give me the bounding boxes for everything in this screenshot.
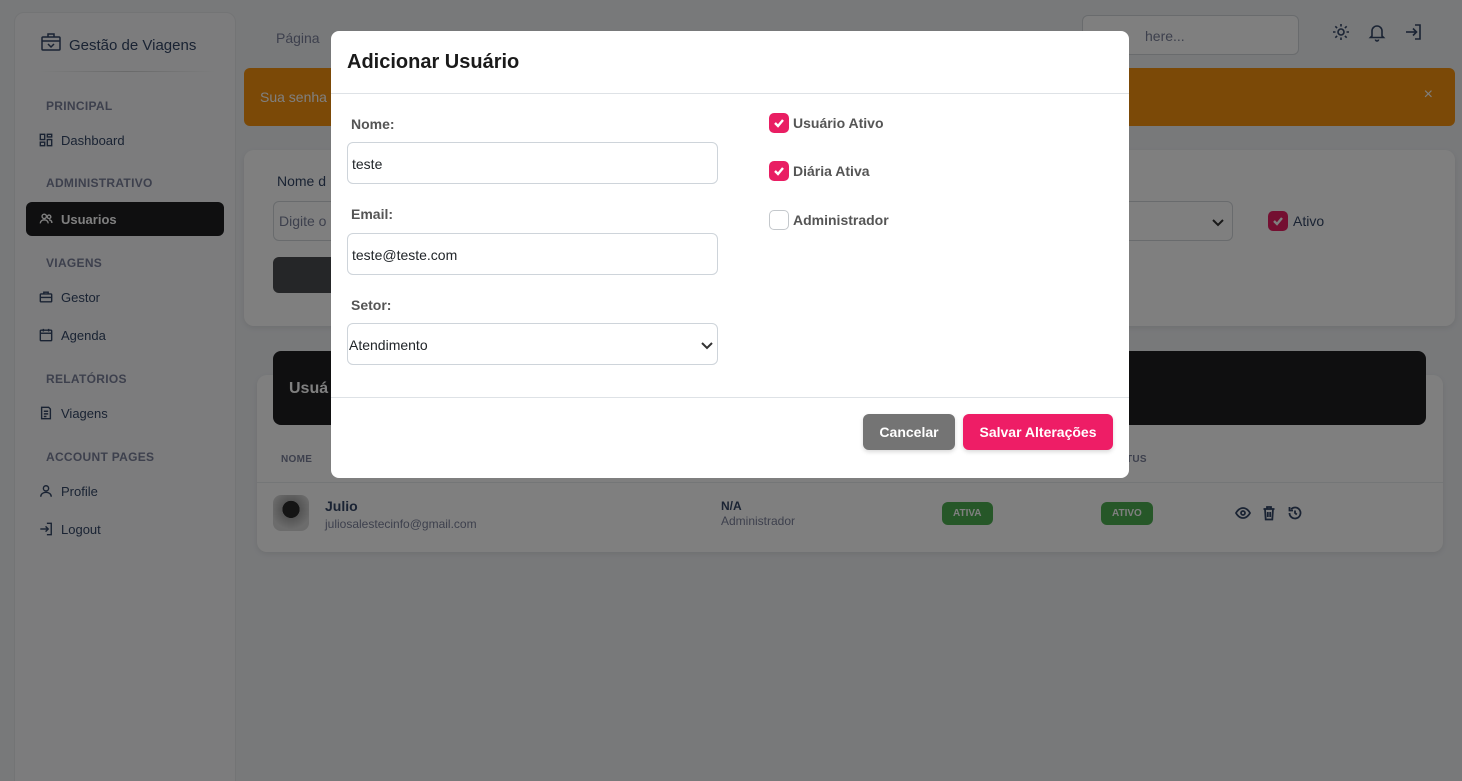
divider (331, 93, 1129, 94)
chevron-down-icon (701, 342, 713, 350)
check-icon (774, 119, 784, 128)
cancel-button[interactable]: Cancelar (863, 414, 955, 450)
usuario-ativo-checkbox[interactable]: Usuário Ativo (769, 113, 884, 133)
checkbox-unchecked (769, 210, 789, 230)
setor-selected-value: Atendimento (349, 337, 428, 353)
email-input[interactable]: teste@teste.com (347, 233, 718, 275)
nome-label: Nome: (351, 116, 395, 132)
setor-select[interactable]: Atendimento (347, 323, 718, 365)
setor-label: Setor: (351, 297, 392, 313)
add-user-modal: Adicionar Usuário Nome: teste Email: tes… (331, 31, 1129, 478)
nome-input[interactable]: teste (347, 142, 718, 184)
checkbox-checked (769, 161, 789, 181)
usuario-ativo-label: Usuário Ativo (793, 115, 884, 131)
diaria-ativa-label: Diária Ativa (793, 163, 870, 179)
divider (331, 397, 1129, 398)
modal-title: Adicionar Usuário (347, 51, 520, 73)
check-icon (774, 167, 784, 176)
administrador-label: Administrador (793, 212, 889, 228)
save-button[interactable]: Salvar Alterações (963, 414, 1113, 450)
administrador-checkbox[interactable]: Administrador (769, 210, 889, 230)
diaria-ativa-checkbox[interactable]: Diária Ativa (769, 161, 870, 181)
email-label: Email: (351, 206, 394, 222)
checkbox-checked (769, 113, 789, 133)
